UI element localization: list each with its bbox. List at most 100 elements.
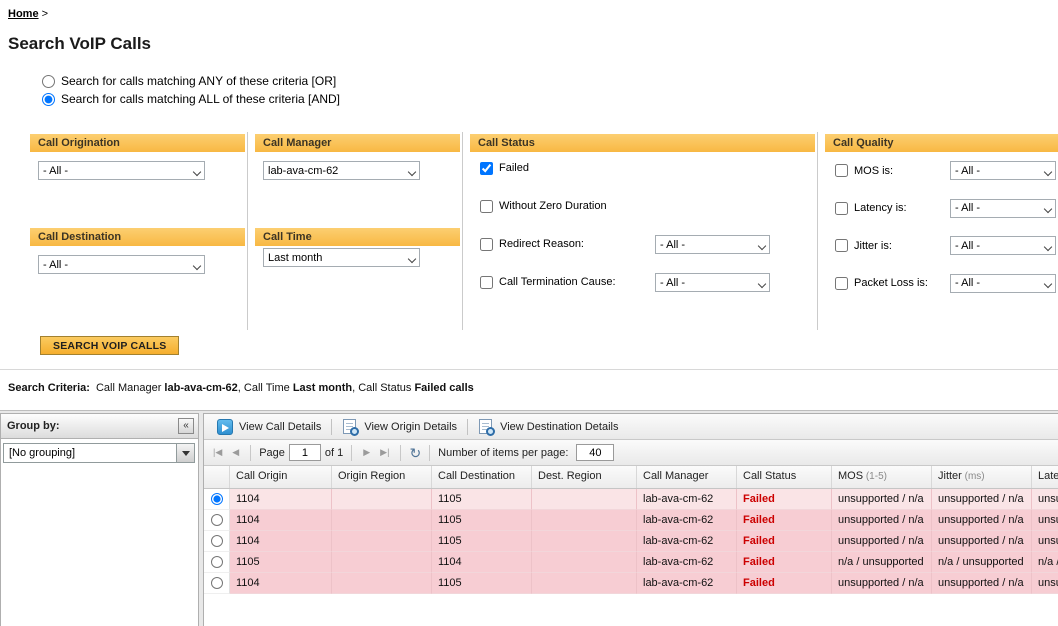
table-row[interactable]: 1104 1105 lab-ava-cm-62 Failed unsupported /… bbox=[204, 531, 1058, 552]
table-row[interactable]: 1105 1104 lab-ava-cm-62 Failed n/a / unsuppo… bbox=[204, 552, 1058, 573]
cell-call_destination: 1105 bbox=[432, 510, 532, 531]
quality-select[interactable]: - All - bbox=[950, 198, 1056, 218]
match-any-radio[interactable] bbox=[42, 74, 55, 88]
chevron-down-icon bbox=[755, 241, 769, 249]
grouping-select-value: [No grouping] bbox=[3, 443, 177, 463]
first-page-button[interactable]: |◀ bbox=[210, 445, 225, 460]
panel-header-call-manager: Call Manager bbox=[255, 134, 460, 152]
refresh-icon[interactable]: ↻ bbox=[409, 446, 421, 460]
panel-header-call-origination: Call Origination bbox=[30, 134, 245, 152]
column-header-label: Call Manager bbox=[643, 470, 709, 482]
failed-checkbox-row[interactable]: Failed bbox=[480, 160, 529, 176]
quality-checkbox-row[interactable]: MOS is: bbox=[835, 164, 893, 177]
table-row[interactable]: 1104 1105 lab-ava-cm-62 Failed unsupported /… bbox=[204, 510, 1058, 531]
call-time-select[interactable]: Last month bbox=[263, 248, 420, 267]
row-select-radio[interactable] bbox=[210, 577, 223, 589]
match-any-radio-row[interactable]: Search for calls matching ANY of these c… bbox=[42, 72, 340, 90]
without-zero-duration-checkbox-row[interactable]: Without Zero Duration bbox=[480, 198, 607, 214]
quality-checkbox-row[interactable]: Latency is: bbox=[835, 201, 907, 215]
cell-dest_region bbox=[532, 510, 637, 531]
quality-checkbox[interactable] bbox=[835, 201, 848, 215]
chevron-down-icon bbox=[755, 279, 769, 287]
quality-row: Jitter is: - All - bbox=[835, 236, 1056, 255]
chevron-down-icon[interactable] bbox=[177, 443, 195, 463]
collapse-panel-button[interactable]: « bbox=[178, 418, 194, 434]
quality-select[interactable]: - All - bbox=[950, 236, 1056, 255]
panel-header-call-quality: Call Quality bbox=[825, 134, 1058, 152]
filters-section: Call Origination - All - Call Manager la… bbox=[0, 132, 1058, 330]
row-select-cell[interactable] bbox=[204, 552, 230, 573]
call-manager-value: lab-ava-cm-62 bbox=[268, 164, 339, 177]
quality-checkbox-row[interactable]: Jitter is: bbox=[835, 239, 892, 252]
column-header-label: Call Origin bbox=[236, 470, 288, 482]
column-header-call_destination[interactable]: Call Destination bbox=[432, 466, 532, 488]
failed-checkbox[interactable] bbox=[480, 161, 493, 175]
match-all-radio-row[interactable]: Search for calls matching ALL of these c… bbox=[42, 90, 340, 108]
row-select-cell[interactable] bbox=[204, 510, 230, 531]
column-header-call_manager[interactable]: Call Manager bbox=[637, 466, 737, 488]
redirect-reason-select[interactable]: - All - bbox=[655, 235, 770, 254]
cell-call_status: Failed bbox=[737, 531, 832, 552]
quality-checkbox-row[interactable]: Packet Loss is: bbox=[835, 276, 928, 290]
row-select-cell[interactable] bbox=[204, 573, 230, 594]
column-header-unit: (1-5) bbox=[863, 471, 887, 482]
call-origination-select[interactable]: - All - bbox=[38, 161, 205, 180]
next-page-button[interactable]: ▶ bbox=[360, 445, 373, 460]
row-select-cell[interactable] bbox=[204, 531, 230, 552]
grid-header-row: Call Origin Origin Region Call Destination… bbox=[204, 466, 1058, 489]
row-select-radio[interactable] bbox=[210, 535, 223, 547]
quality-checkbox[interactable] bbox=[835, 239, 848, 252]
cell-call_manager: lab-ava-cm-62 bbox=[637, 510, 737, 531]
column-header-call_status[interactable]: Call Status bbox=[737, 466, 832, 488]
column-header-dest_region[interactable]: Dest. Region bbox=[532, 466, 637, 488]
call-origination-value: - All - bbox=[43, 164, 69, 177]
items-per-page-input[interactable] bbox=[576, 444, 615, 461]
toolbar-button-destination-details[interactable]: View Destination Details bbox=[473, 417, 623, 436]
row-select-radio[interactable] bbox=[210, 514, 223, 526]
cell-origin_region bbox=[332, 531, 432, 552]
toolbar-button-origin-details[interactable]: View Origin Details bbox=[337, 417, 462, 436]
call-termination-cause-checkbox-row[interactable]: Call Termination Cause: bbox=[480, 274, 616, 290]
cell-origin_region bbox=[332, 573, 432, 594]
last-page-button[interactable]: ▶| bbox=[377, 445, 392, 460]
quality-checkbox[interactable] bbox=[835, 164, 848, 177]
cell-dest_region bbox=[532, 489, 637, 510]
quality-label: Packet Loss is: bbox=[854, 277, 928, 289]
redirect-reason-checkbox-row[interactable]: Redirect Reason: bbox=[480, 236, 584, 252]
quality-select[interactable]: - All - bbox=[950, 161, 1056, 180]
page-number-input[interactable] bbox=[288, 444, 321, 461]
column-header-latency[interactable]: Latency bbox=[1032, 466, 1058, 488]
toolbar-button-call-details[interactable]: View Call Details bbox=[212, 417, 326, 437]
grid-pagination-bar: |◀ ◀ Page of 1 ▶ ▶| ↻ Number of items pe… bbox=[204, 440, 1058, 466]
redirect-reason-checkbox[interactable] bbox=[480, 237, 493, 251]
cell-mos: unsupported / n/a bbox=[832, 510, 932, 531]
pagination-separator bbox=[351, 444, 353, 461]
call-termination-cause-checkbox[interactable] bbox=[480, 275, 493, 289]
call-termination-cause-label: Call Termination Cause: bbox=[499, 276, 616, 288]
call-manager-select[interactable]: lab-ava-cm-62 bbox=[263, 161, 420, 180]
search-criteria-label: Search Criteria: bbox=[8, 382, 90, 394]
criteria-segment: Call Manager bbox=[95, 382, 165, 394]
column-header-mos[interactable]: MOS (1-5) bbox=[832, 466, 932, 488]
match-options: Search for calls matching ANY of these c… bbox=[42, 72, 340, 108]
call-destination-select[interactable]: - All - bbox=[38, 255, 205, 274]
quality-select[interactable]: - All - bbox=[950, 273, 1056, 293]
column-header-jitter[interactable]: Jitter (ms) bbox=[932, 466, 1032, 488]
column-header-origin_region[interactable]: Origin Region bbox=[332, 466, 432, 488]
column-header-call_origin[interactable]: Call Origin bbox=[230, 466, 332, 488]
row-select-cell[interactable] bbox=[204, 489, 230, 510]
row-select-radio[interactable] bbox=[210, 556, 223, 568]
match-all-radio[interactable] bbox=[42, 92, 55, 106]
row-select-radio[interactable] bbox=[210, 493, 223, 505]
breadcrumb-home-link[interactable]: Home bbox=[8, 8, 39, 20]
cell-call_origin: 1104 bbox=[230, 510, 332, 531]
search-voip-calls-button[interactable]: SEARCH VOIP CALLS bbox=[40, 336, 180, 355]
quality-checkbox[interactable] bbox=[835, 276, 848, 290]
grouping-select[interactable]: [No grouping] bbox=[3, 443, 195, 463]
table-row[interactable]: 1104 1105 lab-ava-cm-62 Failed unsupported /… bbox=[204, 489, 1058, 510]
table-row[interactable]: 1104 1105 lab-ava-cm-62 Failed unsupported /… bbox=[204, 573, 1058, 594]
group-by-panel: Group by: « [No grouping] bbox=[0, 413, 199, 626]
prev-page-button[interactable]: ◀ bbox=[229, 445, 242, 460]
without-zero-duration-checkbox[interactable] bbox=[480, 199, 493, 213]
call-termination-cause-select[interactable]: - All - bbox=[655, 273, 770, 292]
